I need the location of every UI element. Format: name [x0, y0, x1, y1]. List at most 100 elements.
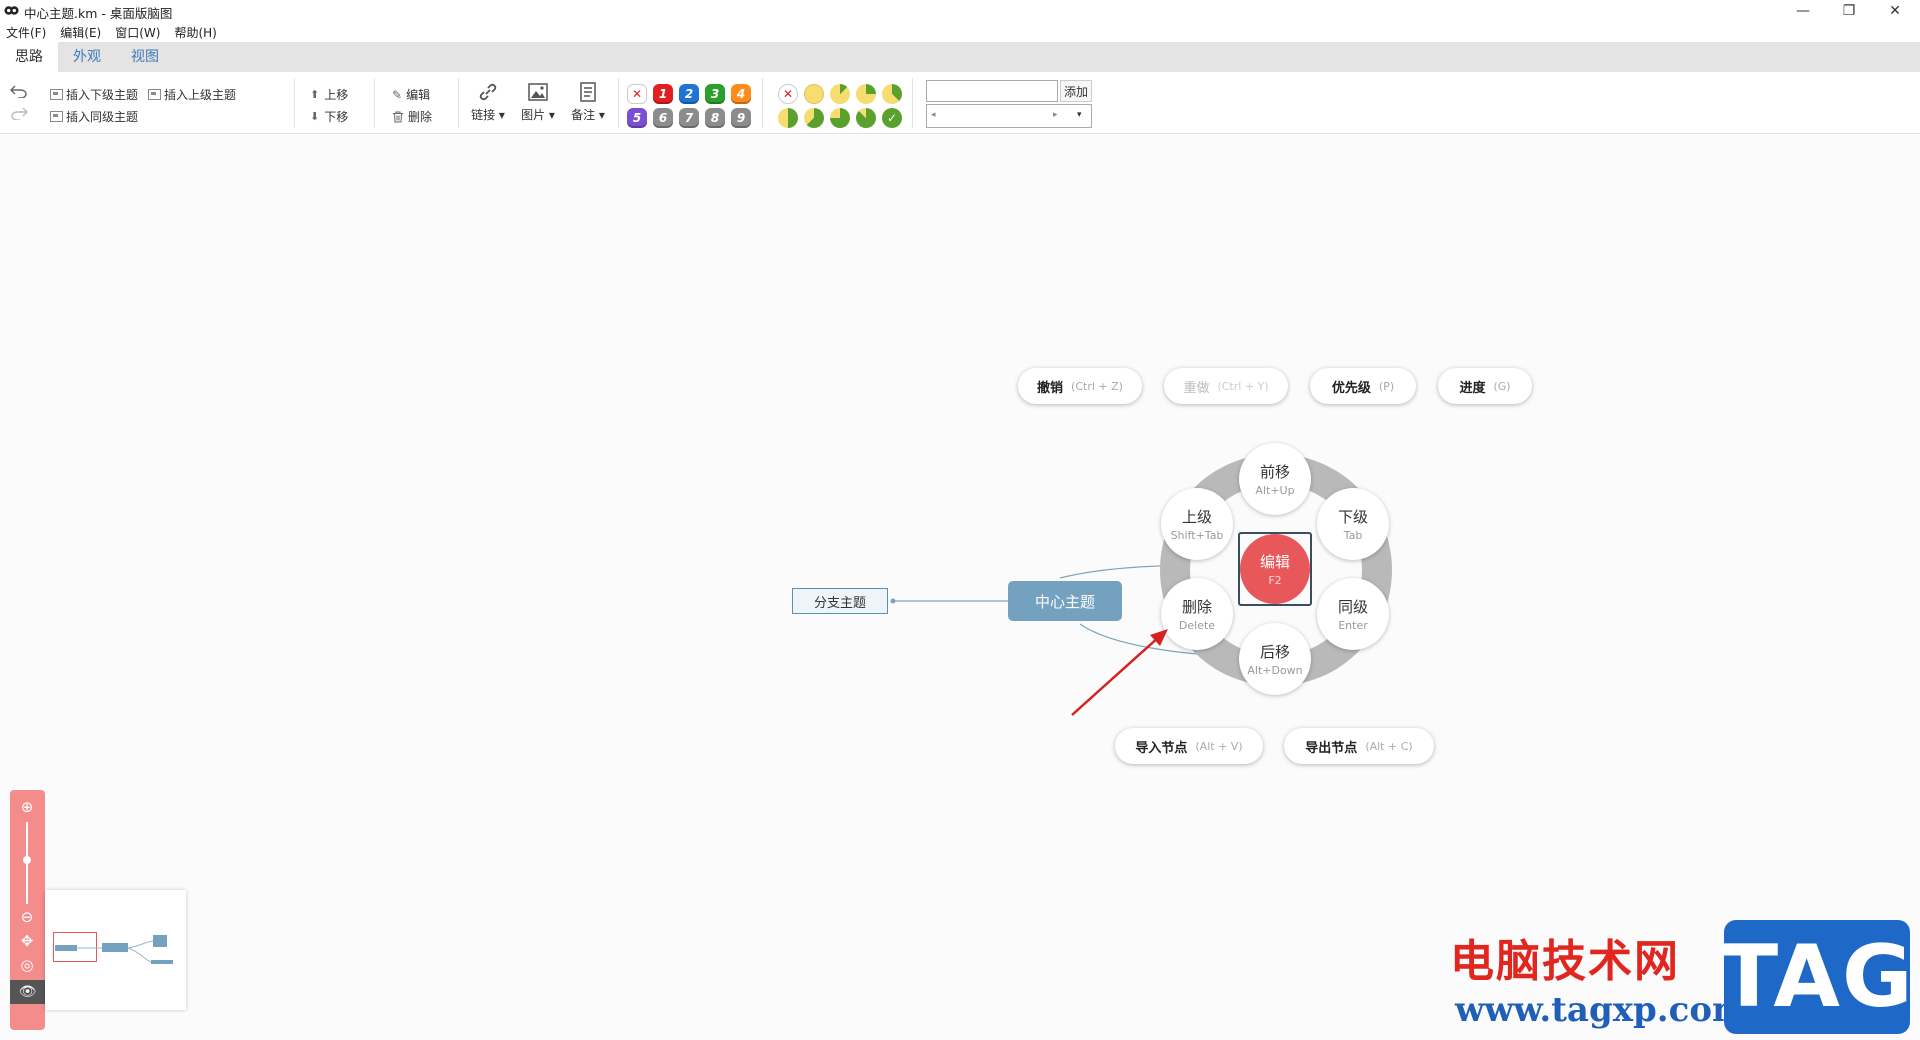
zoom-out-icon[interactable]: ⊖	[16, 906, 38, 928]
progress-5-icon[interactable]	[804, 108, 824, 128]
trash-icon	[393, 111, 403, 122]
insert-child-icon	[50, 89, 63, 100]
undo-command-label: 撤销	[1037, 380, 1064, 396]
priority-9-button[interactable]: 9	[731, 108, 751, 128]
redo-command[interactable]: 重做 (Ctrl + Y)	[1164, 368, 1288, 404]
import-node-command[interactable]: 导入节点 (Alt + V)	[1115, 728, 1263, 764]
priority-4-button[interactable]: 4	[731, 84, 751, 104]
watermark-text: 电脑技术网	[1450, 936, 1680, 987]
menu-edit[interactable]: 编辑(E)	[60, 24, 101, 41]
priority-2-button[interactable]: 2	[679, 84, 699, 104]
separator	[374, 78, 375, 128]
progress-3-icon[interactable]	[882, 84, 902, 104]
move-up-label: 上移	[324, 88, 349, 102]
progress-remove-button[interactable]: ✕	[778, 84, 798, 104]
progress-command-label: 进度	[1459, 380, 1486, 396]
note-label: 备注 ▾	[571, 108, 605, 122]
branch-node[interactable]: 分支主题	[792, 588, 888, 614]
wheel-forward-button[interactable]: 前移 Alt+Up	[1239, 443, 1311, 515]
wheel-edit-shortcut: F2	[1268, 574, 1282, 587]
note-button[interactable]: 备注 ▾	[566, 80, 610, 130]
undo-icon[interactable]	[10, 84, 28, 98]
priority-5-button[interactable]: 5	[627, 108, 647, 128]
wheel-child-label: 下级	[1337, 508, 1368, 526]
move-down-button[interactable]: ⬇ 下移	[310, 108, 348, 125]
insert-parent-button[interactable]: 插入上级主题	[148, 86, 236, 103]
wheel-backward-button[interactable]: 后移 Alt+Down	[1239, 623, 1311, 695]
wheel-parent-shortcut: Shift+Tab	[1170, 529, 1224, 542]
center-node[interactable]: 中心主题	[1008, 581, 1122, 621]
priority-command[interactable]: 优先级 (P)	[1310, 368, 1416, 404]
wheel-child-shortcut: Tab	[1343, 529, 1363, 542]
close-button[interactable]: ✕	[1872, 0, 1918, 22]
window-title: 中心主题.km - 桌面版脑图	[24, 6, 173, 21]
import-node-label: 导入节点	[1135, 740, 1188, 756]
tab-view[interactable]: 视图	[118, 42, 172, 72]
wheel-child-button[interactable]: 下级 Tab	[1317, 488, 1389, 560]
insert-parent-label: 插入上级主题	[164, 88, 237, 102]
zoom-slider-handle[interactable]	[23, 856, 31, 864]
restore-button[interactable]: ❐	[1826, 0, 1872, 22]
redo-command-shortcut: (Ctrl + Y)	[1217, 379, 1269, 393]
zoom-panel: ⊕ ⊖ ✥ ◎ 👁	[10, 790, 45, 1030]
wheel-edit-button[interactable]: 编辑 F2	[1240, 534, 1310, 604]
progress-7-icon[interactable]	[856, 108, 876, 128]
progress-2-icon[interactable]	[856, 84, 876, 104]
resource-list[interactable]: ◂ ▸ ▾	[926, 104, 1092, 128]
edit-button[interactable]: ✎ 编辑	[392, 86, 430, 103]
move-down-label: 下移	[324, 110, 349, 124]
progress-command[interactable]: 进度 (G)	[1438, 368, 1532, 404]
note-icon	[580, 82, 596, 102]
priority-remove-button[interactable]: ✕	[627, 84, 647, 104]
wheel-parent-button[interactable]: 上级 Shift+Tab	[1161, 488, 1233, 560]
delete-button[interactable]: 删除	[392, 108, 432, 125]
tab-appearance[interactable]: 外观	[60, 42, 114, 72]
scroll-left-icon[interactable]: ◂	[931, 110, 936, 120]
resource-input[interactable]	[926, 80, 1058, 102]
zoom-in-icon[interactable]: ⊕	[16, 796, 38, 818]
export-node-command[interactable]: 导出节点 (Alt + C)	[1284, 728, 1434, 764]
minimap[interactable]	[45, 890, 186, 1010]
scroll-right-icon[interactable]: ▸	[1053, 110, 1058, 120]
priority-8-button[interactable]: 8	[705, 108, 725, 128]
menu-help[interactable]: 帮助(H)	[174, 24, 216, 41]
undo-command[interactable]: 撤销 (Ctrl + Z)	[1018, 368, 1142, 404]
priority-1-button[interactable]: 1	[653, 84, 673, 104]
move-up-button[interactable]: ⬆ 上移	[310, 86, 348, 103]
progress-6-icon[interactable]	[830, 108, 850, 128]
separator	[458, 78, 459, 128]
progress-done-icon[interactable]: ✓	[882, 108, 902, 128]
mindmap-canvas[interactable]	[0, 135, 1920, 1040]
wheel-backward-shortcut: Alt+Down	[1247, 664, 1303, 677]
priority-6-button[interactable]: 6	[653, 108, 673, 128]
dropdown-arrow-icon[interactable]: ▾	[1077, 110, 1082, 120]
image-button[interactable]: 图片 ▾	[516, 80, 560, 130]
progress-1-icon[interactable]	[830, 84, 850, 104]
tab-idea[interactable]: 思路	[0, 42, 58, 72]
navigator-toggle-eye-icon[interactable]: 👁	[10, 980, 45, 1004]
wheel-sibling-button[interactable]: 同级 Enter	[1317, 578, 1389, 650]
move-canvas-icon[interactable]: ✥	[16, 930, 38, 952]
pencil-icon: ✎	[392, 87, 403, 102]
progress-command-shortcut: (G)	[1493, 379, 1511, 393]
minimize-button[interactable]: —	[1780, 0, 1826, 22]
priority-3-button[interactable]: 3	[705, 84, 725, 104]
wheel-sibling-shortcut: Enter	[1338, 619, 1368, 632]
locate-center-icon[interactable]: ◎	[16, 954, 38, 976]
progress-0-icon[interactable]	[804, 84, 824, 104]
arrow-down-icon: ⬇	[310, 110, 320, 123]
insert-child-button[interactable]: 插入下级主题	[50, 86, 138, 103]
menu-file[interactable]: 文件(F)	[6, 24, 46, 41]
wheel-sibling-label: 同级	[1337, 598, 1368, 616]
wheel-edit-label: 编辑	[1259, 553, 1290, 571]
insert-sibling-button[interactable]: 插入同级主题	[50, 108, 138, 125]
resource-add-button[interactable]: 添加	[1060, 80, 1092, 102]
priority-7-button[interactable]: 7	[679, 108, 699, 128]
annotation-arrow-icon	[1071, 629, 1168, 716]
link-button[interactable]: 链接 ▾	[466, 80, 510, 130]
progress-4-icon[interactable]	[778, 108, 798, 128]
insert-child-label: 插入下级主题	[66, 88, 139, 102]
menu-window[interactable]: 窗口(W)	[115, 24, 160, 41]
redo-icon[interactable]	[10, 106, 28, 120]
image-icon	[528, 83, 548, 101]
